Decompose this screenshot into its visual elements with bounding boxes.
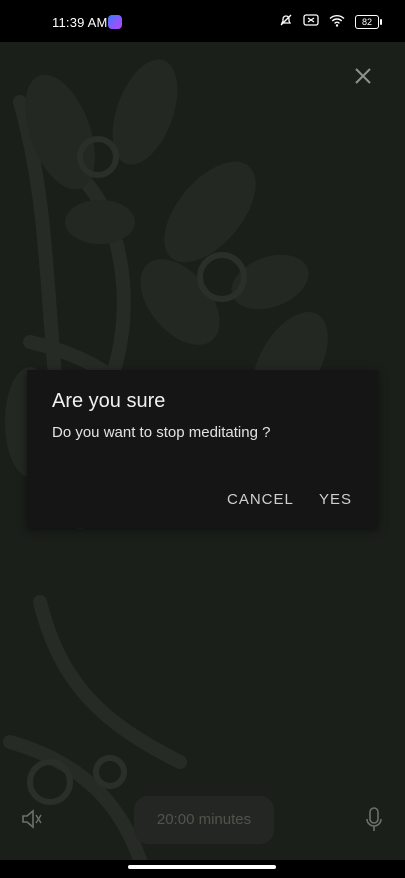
bottom-controls: 20:00 minutes xyxy=(0,790,405,850)
confirm-dialog: Are you sure Do you want to stop meditat… xyxy=(27,370,378,528)
messenger-icon xyxy=(108,15,122,29)
bell-muted-icon xyxy=(279,13,293,30)
sim-icon xyxy=(303,13,319,30)
status-time: 11:39 AM xyxy=(52,15,108,30)
nav-bar xyxy=(0,860,405,878)
status-bar: 11:39 AM 82 xyxy=(0,0,405,42)
close-icon xyxy=(355,68,371,84)
home-indicator[interactable] xyxy=(128,865,276,869)
dialog-message: Do you want to stop meditating ? xyxy=(52,424,271,441)
dialog-title: Are you sure xyxy=(52,390,166,412)
wifi-icon xyxy=(329,14,345,30)
mic-icon[interactable] xyxy=(364,806,384,839)
status-icons: 82 xyxy=(279,13,382,30)
battery-icon: 82 xyxy=(355,14,382,29)
yes-button[interactable]: YES xyxy=(319,491,352,508)
close-button[interactable] xyxy=(351,66,375,90)
volume-icon[interactable] xyxy=(20,808,44,835)
duration-selector[interactable]: 20:00 minutes xyxy=(134,796,274,844)
cancel-button[interactable]: CANCEL xyxy=(227,491,294,508)
